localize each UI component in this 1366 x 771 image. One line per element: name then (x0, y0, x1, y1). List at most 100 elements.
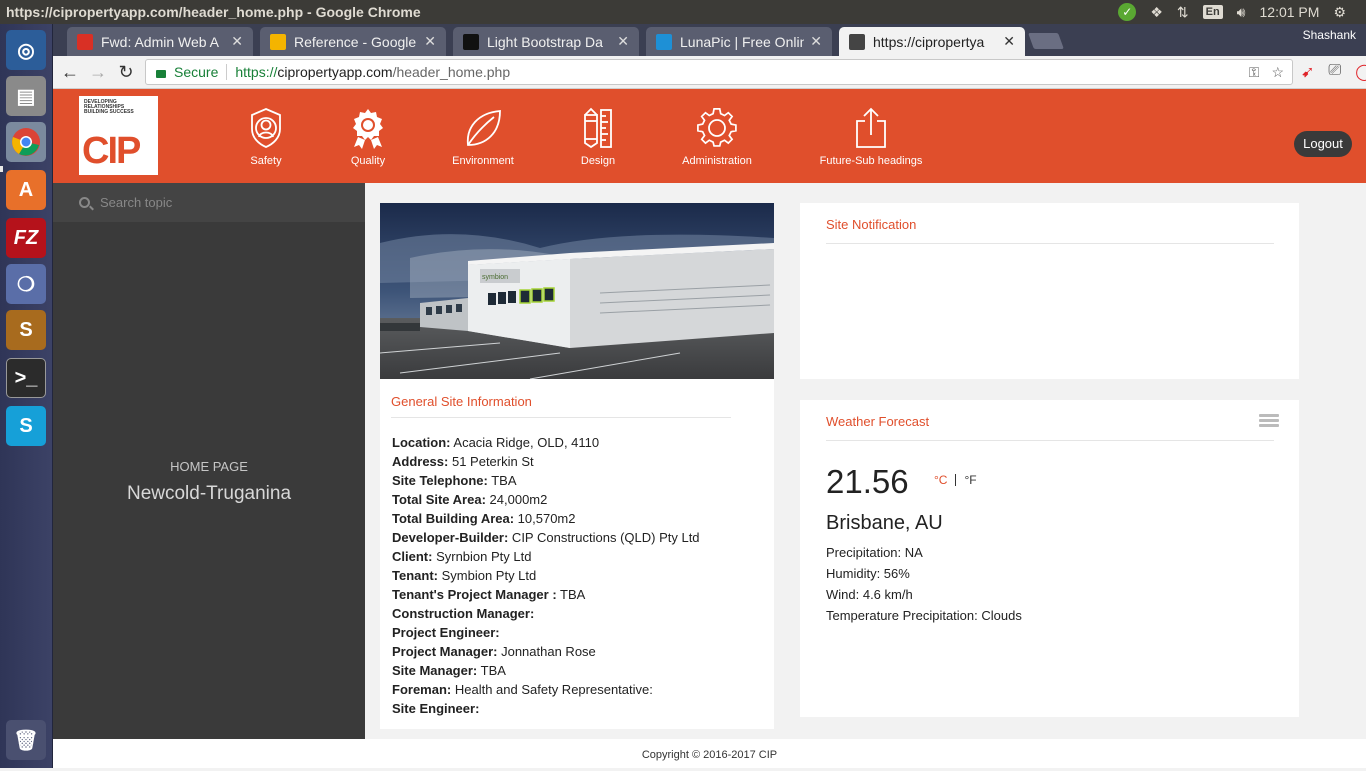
info-row: Address: 51 Peterkin St (392, 454, 534, 469)
back-icon[interactable]: ← (59, 61, 81, 83)
keyboard-layout-indicator[interactable]: En (1202, 5, 1223, 19)
info-row: Client: Syrnbion Pty Ltd (392, 549, 532, 564)
shield-icon (251, 108, 281, 148)
nav-label: Design (580, 155, 616, 167)
main-content: symbion General Site Information Locatio… (365, 183, 1366, 739)
lunapic-icon (656, 33, 672, 50)
info-row: Total Building Area: 10,570m2 (392, 511, 576, 526)
info-row: Construction Manager: (392, 606, 535, 621)
browser-tab[interactable]: Light Bootstrap Da ✕ (453, 27, 639, 56)
clock[interactable]: 12:01 PM (1260, 4, 1320, 20)
celsius-toggle[interactable]: °C (934, 473, 947, 487)
browser-toolbar: ← → ↻ Secure https:// cipropertyapp.com … (53, 56, 1366, 89)
gmail-icon (77, 33, 93, 50)
info-row: Site Manager: TBA (392, 663, 506, 678)
nav-quality[interactable]: Quality (348, 107, 388, 167)
power-gear-icon[interactable]: ⚙ (1333, 4, 1346, 21)
info-row: Tenant's Project Manager : TBA (392, 587, 586, 602)
leaf-icon (466, 110, 501, 146)
dash-icon[interactable]: ◎ (6, 30, 46, 70)
extension-cast-icon[interactable]: ⎚ (1328, 62, 1341, 82)
weather-details: Precipitation: NA Humidity: 56% Wind: 4.… (826, 542, 1022, 626)
search-topic-input[interactable]: Search topic (53, 183, 365, 222)
forward-icon[interactable]: → (87, 61, 109, 83)
opera-icon[interactable]: ◯ (1355, 62, 1366, 82)
close-icon[interactable]: ✕ (231, 33, 243, 50)
info-row: Site Telephone: TBA (392, 473, 517, 488)
volume-icon[interactable]: 🔊︎ (1237, 4, 1246, 21)
skype-icon[interactable]: S (6, 406, 46, 446)
trash-icon[interactable]: 🗑︎ (6, 720, 46, 760)
info-row: Developer-Builder: CIP Constructions (QL… (392, 530, 700, 545)
general-site-card: symbion General Site Information Locatio… (380, 203, 774, 729)
nav-label: Administration (682, 155, 752, 167)
close-icon[interactable]: ✕ (810, 33, 822, 50)
filezilla-icon[interactable]: FZ (6, 218, 46, 258)
address-bar[interactable]: Secure https:// cipropertyapp.com /heade… (145, 59, 1293, 85)
launcher: ◎ ▤ A FZ ❍ S >_ S 🗑︎ (0, 24, 53, 768)
cip-logo[interactable]: DEVELOPING RELATIONSHIPS BUILDING SUCCES… (79, 96, 158, 175)
close-icon[interactable]: ✕ (617, 33, 629, 50)
unit-toggle: °C °F (934, 473, 977, 487)
info-row: Total Site Area: 24,000m2 (392, 492, 548, 507)
gear-icon (697, 108, 737, 147)
chrome-icon[interactable] (6, 122, 46, 162)
nav-safety[interactable]: Safety (246, 107, 286, 167)
browser-tab[interactable]: Reference - Google ✕ (260, 27, 446, 56)
weather-title: Weather Forecast (826, 414, 1274, 441)
extensions-bar: ➹ ⎚ ◯ ⋮ (1301, 62, 1366, 82)
extension-bird-icon[interactable]: ➹ (1301, 62, 1314, 82)
update-check-icon[interactable]: ✓ (1118, 3, 1137, 21)
lock-icon (156, 70, 166, 78)
wind: Wind: 4.6 km/h (826, 587, 913, 602)
pencil-ruler-icon (584, 107, 612, 149)
divider (226, 64, 228, 80)
url-scheme: https:// (235, 64, 278, 80)
search-placeholder: Search topic (100, 195, 173, 210)
reload-icon[interactable]: ↻ (115, 61, 137, 83)
logout-button[interactable]: Logout (1294, 131, 1352, 157)
logo-text: CIP (82, 130, 141, 172)
network-icon[interactable]: ⇅ (1177, 4, 1189, 21)
info-row: Location: Acacia Ridge, OLD, 4110 (392, 435, 600, 450)
precipitation: Precipitation: NA (826, 545, 923, 560)
software-center-icon[interactable]: A (6, 170, 46, 210)
nav-future-sub-headings[interactable]: Future-Sub headings (815, 107, 927, 167)
browser-tab-strip: Fwd: Admin Web A ✕ Reference - Google ✕ … (53, 24, 1366, 56)
url-path: /header_home.php (392, 64, 511, 80)
files-icon[interactable]: ▤ (6, 76, 46, 116)
close-icon[interactable]: ✕ (1003, 33, 1015, 50)
browser-tab-active[interactable]: https://cipropertya ✕ (839, 27, 1025, 56)
new-tab-button[interactable] (1028, 33, 1064, 49)
fahrenheit-toggle[interactable]: °F (964, 473, 976, 487)
site-notification-title: Site Notification (826, 217, 1274, 244)
terminal-icon[interactable]: >_ (6, 358, 46, 398)
running-indicator (0, 166, 3, 172)
humidity: Humidity: 56% (826, 566, 910, 581)
nav-administration[interactable]: Administration (680, 107, 754, 167)
browser-tab[interactable]: LunaPic | Free Onlin ✕ (646, 27, 832, 56)
nav-label: Environment (452, 155, 514, 167)
profile-button[interactable]: Shashank (1303, 28, 1356, 42)
nav-label: Safety (250, 155, 282, 167)
info-row: Project Engineer: (392, 625, 500, 640)
menu-icon[interactable] (1259, 414, 1279, 428)
bookmark-star-icon[interactable]: ☆ (1271, 64, 1284, 81)
window-title: https://cipropertyapp.com/header_home.ph… (6, 4, 421, 20)
temperature-precipitation: Temperature Precipitation: Clouds (826, 608, 1022, 623)
sublime-text-icon[interactable]: S (6, 310, 46, 350)
system-tray: ✓ ❖ ⇅ En 🔊︎ 12:01 PM ⚙ (1118, 3, 1366, 21)
nav-environment[interactable]: Environment (451, 107, 515, 167)
browser-tab[interactable]: Fwd: Admin Web A ✕ (67, 27, 253, 56)
web-page: DEVELOPING RELATIONSHIPS BUILDING SUCCES… (53, 89, 1366, 768)
mysql-workbench-icon[interactable]: ❍ (6, 264, 46, 304)
site-icon (849, 33, 865, 50)
close-icon[interactable]: ✕ (424, 33, 436, 50)
nav-design[interactable]: Design (578, 107, 618, 167)
home-page-label: HOME PAGE (170, 459, 248, 474)
dropbox-icon[interactable]: ❖ (1150, 4, 1163, 21)
key-icon[interactable]: ⚿ (1249, 64, 1260, 81)
share-icon (856, 107, 886, 148)
site-name: Newcold-Truganina (126, 483, 292, 504)
general-info-list: Location: Acacia Ridge, OLD, 4110 Addres… (392, 433, 700, 718)
